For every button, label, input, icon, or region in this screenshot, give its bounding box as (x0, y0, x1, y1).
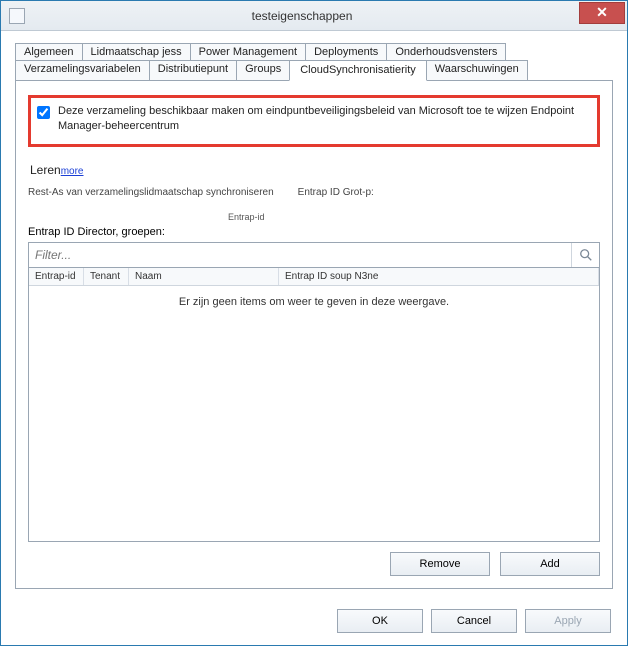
grid-empty-text: Er zijn geen items om weer te geven in d… (179, 296, 449, 308)
grid-header: Entrap-id Tenant Naam Entrap ID soup N3n… (29, 268, 599, 286)
tab-cloudsync[interactable]: CloudSynchronisatierity (289, 60, 427, 81)
window-title: testeigenschappen (25, 9, 579, 23)
remove-button[interactable]: Remove (390, 552, 490, 576)
enable-endpoint-security-checkbox[interactable] (37, 106, 50, 119)
tab-power-management[interactable]: Power Management (190, 43, 306, 61)
learn-row: Lerenmore (30, 163, 600, 177)
entra-group-label: Entrap ID Grot-p: (298, 187, 374, 198)
tab-onderhoudsvensters[interactable]: Onderhoudsvensters (386, 43, 506, 61)
tab-algemeen[interactable]: Algemeen (15, 43, 83, 61)
tab-deployments[interactable]: Deployments (305, 43, 387, 61)
grid-button-row: Remove Add (28, 552, 600, 576)
col-tenant[interactable]: Tenant (84, 268, 129, 285)
tab-verzamelingsvariabelen[interactable]: Verzamelingsvariabelen (15, 60, 150, 81)
ok-button[interactable]: OK (337, 609, 423, 633)
close-icon: ✕ (596, 4, 608, 21)
add-button[interactable]: Add (500, 552, 600, 576)
col-entra-soup[interactable]: Entrap ID soup N3ne (279, 268, 599, 285)
tab-strip: Algemeen Lidmaatschap jess Power Managem… (15, 43, 613, 80)
filter-input[interactable] (29, 243, 571, 267)
groups-grid: Entrap-id Tenant Naam Entrap ID soup N3n… (28, 268, 600, 542)
sync-label: Rest-As van verzamelingslidmaatschap syn… (28, 187, 274, 198)
content-area: Algemeen Lidmaatschap jess Power Managem… (1, 31, 627, 599)
tab-panel-cloudsync: Deze verzameling beschikbaar maken om ei… (15, 80, 613, 589)
highlight-annotation: Deze verzameling beschikbaar maken om ei… (28, 95, 600, 147)
dialog-button-row: OK Cancel Apply (1, 599, 627, 645)
tab-waarschuwingen[interactable]: Waarschuwingen (426, 60, 528, 81)
tab-distributiepunt[interactable]: Distributiepunt (149, 60, 237, 81)
tab-groups[interactable]: Groups (236, 60, 290, 81)
dialog-window: testeigenschappen ✕ Algemeen Lidmaatscha… (0, 0, 628, 646)
search-icon[interactable] (571, 243, 599, 267)
enable-endpoint-security-label: Deze verzameling beschikbaar maken om ei… (58, 104, 589, 134)
app-icon (9, 8, 25, 24)
tab-lidmaatschap[interactable]: Lidmaatschap jess (82, 43, 191, 61)
grid-body: Er zijn geen items om weer te geven in d… (29, 286, 599, 541)
sync-row: Rest-As van verzamelingslidmaatschap syn… (28, 187, 600, 198)
titlebar: testeigenschappen ✕ (1, 1, 627, 31)
col-entra-id[interactable]: Entrap-id (29, 268, 84, 285)
cancel-button[interactable]: Cancel (431, 609, 517, 633)
apply-button[interactable]: Apply (525, 609, 611, 633)
groups-label: Entrap ID Director, groepen: (28, 226, 600, 238)
entra-small-label: Entrap-id (228, 212, 600, 222)
close-button[interactable]: ✕ (579, 2, 625, 24)
filter-box (28, 242, 600, 268)
learn-more-link[interactable]: more (61, 166, 84, 177)
col-naam[interactable]: Naam (129, 268, 279, 285)
learn-label: Leren (30, 163, 61, 177)
